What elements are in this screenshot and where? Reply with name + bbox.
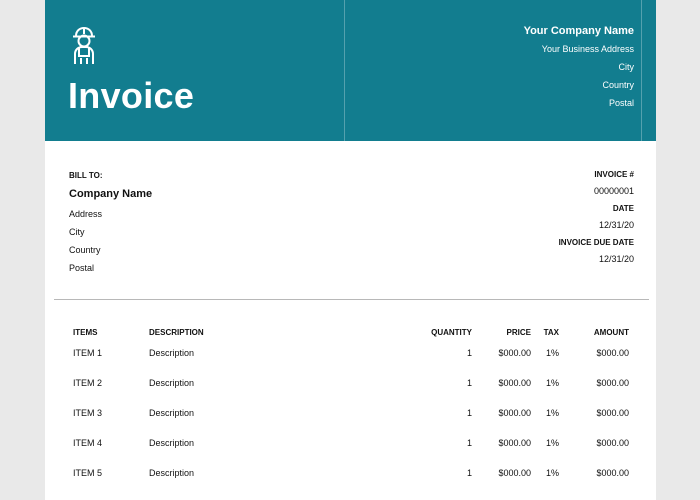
tax-cell: 1%: [545, 468, 559, 478]
price-cell: $000.00: [498, 408, 531, 418]
price-cell: $000.00: [498, 468, 531, 478]
bill-to-postal-line: Postal: [69, 263, 95, 273]
description-cell: Description: [149, 438, 195, 448]
company-address-line: Your Business Address: [541, 44, 634, 54]
invoice-due-date-value: 12/31/20: [598, 254, 634, 264]
table-row: ITEM 1 Description 1 $000.00 1% $000.00: [45, 347, 656, 377]
section-divider: [54, 299, 649, 300]
description-column-header: DESCRIPTION: [149, 328, 204, 337]
tax-cell: 1%: [545, 408, 559, 418]
amount-cell: $000.00: [596, 378, 629, 388]
table-row: ITEM 5 Description 1 $000.00 1% $000.00: [45, 467, 656, 497]
description-cell: Description: [149, 348, 195, 358]
price-cell: $000.00: [498, 438, 531, 448]
quantity-cell: 1: [466, 378, 472, 388]
line-items-table: ITEMS DESCRIPTION QUANTITY PRICE TAX AMO…: [45, 327, 656, 497]
tax-cell: 1%: [545, 348, 559, 358]
quantity-column-header: QUANTITY: [431, 328, 472, 337]
description-cell: Description: [149, 378, 195, 388]
item-name-cell: ITEM 1: [73, 348, 103, 358]
bill-to-country-line: Country: [69, 245, 101, 255]
amount-cell: $000.00: [596, 438, 629, 448]
invoice-date-value: 12/31/20: [598, 220, 634, 230]
price-column-header: PRICE: [506, 328, 531, 337]
description-cell: Description: [149, 408, 195, 418]
bill-to-city-line: City: [69, 227, 85, 237]
invoice-number-value: 00000001: [593, 186, 634, 196]
bill-to-company-name: Company Name: [69, 188, 153, 200]
quantity-cell: 1: [466, 408, 472, 418]
table-row: ITEM 2 Description 1 $000.00 1% $000.00: [45, 377, 656, 407]
price-cell: $000.00: [498, 348, 531, 358]
company-country-line: Country: [602, 80, 634, 90]
company-name: Your Company Name: [523, 25, 634, 37]
header-guide-line: [344, 0, 345, 141]
invoice-meta: INVOICE # 00000001 DATE 12/31/20 INVOICE…: [454, 170, 634, 272]
tax-cell: 1%: [545, 378, 559, 388]
bill-to-address-line: Address: [69, 209, 103, 219]
table-header-row: ITEMS DESCRIPTION QUANTITY PRICE TAX AMO…: [45, 327, 656, 347]
table-row: ITEM 3 Description 1 $000.00 1% $000.00: [45, 407, 656, 437]
amount-cell: $000.00: [596, 408, 629, 418]
invoice-title: Invoice: [68, 75, 195, 116]
item-name-cell: ITEM 5: [73, 468, 103, 478]
construction-worker-icon: [73, 26, 95, 64]
amount-cell: $000.00: [596, 468, 629, 478]
tax-cell: 1%: [545, 438, 559, 448]
invoice-page: Invoice Your Company Name Your Business …: [45, 0, 656, 500]
invoice-number-label: INVOICE #: [594, 170, 634, 179]
amount-cell: $000.00: [596, 348, 629, 358]
company-postal-line: Postal: [608, 98, 634, 108]
invoice-date-label: DATE: [612, 204, 634, 213]
item-name-cell: ITEM 2: [73, 378, 103, 388]
item-name-cell: ITEM 3: [73, 408, 103, 418]
description-cell: Description: [149, 468, 195, 478]
invoice-header: Invoice Your Company Name Your Business …: [45, 0, 656, 141]
table-row: ITEM 4 Description 1 $000.00 1% $000.00: [45, 437, 656, 467]
price-cell: $000.00: [498, 378, 531, 388]
company-city-line: City: [618, 62, 635, 72]
item-name-cell: ITEM 4: [73, 438, 103, 448]
quantity-cell: 1: [466, 468, 472, 478]
header-guide-line: [641, 0, 642, 141]
quantity-cell: 1: [466, 438, 472, 448]
amount-column-header: AMOUNT: [593, 328, 629, 337]
bill-to-label: BILL TO:: [69, 171, 103, 180]
items-column-header: ITEMS: [73, 328, 98, 337]
bill-to-address-block: Address City Country Postal: [69, 208, 102, 280]
tax-column-header: TAX: [543, 328, 559, 337]
quantity-cell: 1: [466, 348, 472, 358]
invoice-due-date-label: INVOICE DUE DATE: [558, 238, 634, 247]
company-info: Your Company Name Your Business Address …: [384, 23, 634, 115]
